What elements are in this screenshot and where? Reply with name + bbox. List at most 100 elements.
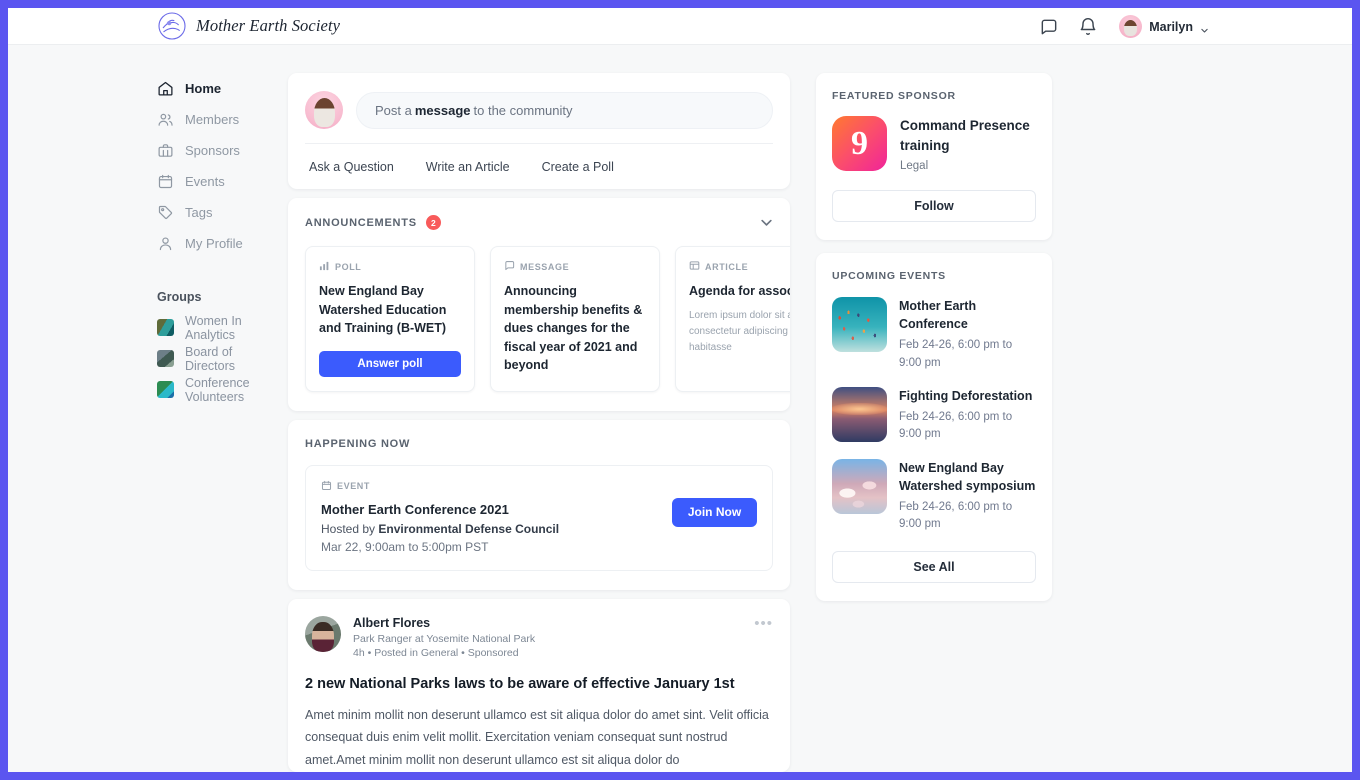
- sidebar-item-label: Events: [185, 174, 225, 189]
- event-item-date: Feb 24-26, 6:00 pm to 9:00 pm: [899, 339, 1013, 369]
- avatar: [305, 615, 341, 652]
- sidebar-item-members[interactable]: Members: [157, 104, 278, 135]
- chat-bubble-icon[interactable]: [1039, 17, 1059, 37]
- announcements-title: ANNOUNCEMENTS: [305, 216, 417, 229]
- brand-name: Mother Earth Society: [196, 16, 341, 35]
- follow-button[interactable]: Follow: [832, 190, 1036, 223]
- announcement-body: Lorem ipsum dolor sit amet, consectetur …: [689, 309, 790, 353]
- composer-placeholder-pre: Post a: [375, 102, 412, 118]
- post-author-name[interactable]: Albert Flores: [353, 616, 535, 630]
- group-thumbnail-icon: [157, 319, 174, 336]
- avatar: [1119, 15, 1143, 38]
- event-host: Hosted by Environmental Defense Council: [321, 522, 672, 536]
- event-time: Mar 22, 9:00am to 5:00pm PST: [321, 539, 489, 554]
- group-label: Conference Volunteers: [185, 375, 250, 404]
- right-sidebar: FEATURED SPONSOR 9 Command Presence trai…: [816, 73, 1052, 772]
- event-host-prefix: Hosted by: [321, 521, 376, 536]
- announcement-card[interactable]: MESSAGE Announcing membership benefits &…: [490, 246, 660, 392]
- sidebar-item-my-profile[interactable]: My Profile: [157, 228, 278, 259]
- sidebar-item-label: Members: [185, 112, 240, 127]
- event-name: Mother Earth Conference 2021: [321, 501, 509, 517]
- post-title: 2 new National Parks laws to be aware of…: [305, 675, 735, 692]
- sidebar-item-sponsors[interactable]: Sponsors: [157, 135, 278, 166]
- sponsor-info: Command Presence training Legal: [900, 116, 1036, 172]
- chevron-down-icon: [1200, 22, 1209, 33]
- event-item-info: Fighting Deforestation Feb 24-26, 6:00 p…: [899, 387, 1036, 444]
- more-horizontal-icon[interactable]: •••: [754, 616, 773, 631]
- upcoming-events-title: UPCOMING EVENTS: [832, 270, 946, 283]
- brand-logo-link[interactable]: Mother Earth Society: [157, 11, 340, 41]
- group-item-conference-volunteers[interactable]: Conference Volunteers: [157, 374, 278, 405]
- event-thumbnail: [832, 297, 887, 353]
- group-thumbnail-icon: [157, 381, 174, 398]
- event-kind-label: EVENT: [337, 481, 371, 491]
- event-item-info: Mother Earth Conference Feb 24-26, 6:00 …: [899, 297, 1036, 372]
- announcement-heading: Agenda for association: [689, 284, 790, 298]
- user-menu[interactable]: Marilyn: [1119, 15, 1209, 38]
- announcement-kind-label: MESSAGE: [520, 261, 570, 272]
- sponsor-row: 9 Command Presence training Legal: [832, 116, 1036, 172]
- event-thumbnail: [832, 458, 887, 514]
- announcements-header: ANNOUNCEMENTS 2: [305, 215, 773, 230]
- announcement-kind: MESSAGE: [504, 260, 646, 273]
- announcement-kind: ARTICLE: [689, 260, 790, 273]
- top-header: Mother Earth Society Marilyn: [8, 8, 1352, 45]
- join-now-button[interactable]: Join Now: [672, 497, 757, 527]
- main-feed: Post a message to the community Ask a Qu…: [288, 73, 790, 772]
- bell-icon[interactable]: [1078, 17, 1098, 37]
- sidebar-item-events[interactable]: Events: [157, 166, 278, 197]
- featured-sponsor-card: FEATURED SPONSOR 9 Command Presence trai…: [816, 73, 1052, 241]
- announcements-count-badge: 2: [425, 215, 441, 230]
- announcement-card[interactable]: POLL New England Bay Watershed Education…: [305, 246, 475, 392]
- event-thumbnail: [832, 386, 887, 442]
- announcement-kind-label: POLL: [335, 261, 362, 272]
- announcement-heading: New England Bay Watershed Education and …: [319, 284, 447, 335]
- groups-heading: Groups: [157, 290, 202, 304]
- post-header: Albert Flores Park Ranger at Yosemite Na…: [305, 615, 773, 659]
- briefcase-icon: [157, 142, 174, 159]
- announcements-collapse-chevron-down-icon[interactable]: [760, 216, 773, 229]
- ask-a-question-button[interactable]: Ask a Question: [309, 160, 394, 174]
- announcements-carousel[interactable]: POLL New England Bay Watershed Education…: [305, 246, 790, 392]
- event-item-date: Feb 24-26, 6:00 pm to 9:00 pm: [899, 500, 1013, 530]
- post-composer-card: Post a message to the community Ask a Qu…: [288, 73, 790, 189]
- group-item-board-of-directors[interactable]: Board of Directors: [157, 343, 278, 374]
- write-an-article-button[interactable]: Write an Article: [426, 160, 510, 174]
- sidebar: Home Members Sponsors Events Tags My Pro…: [8, 73, 278, 772]
- post-message-input[interactable]: Post a message to the community: [356, 91, 773, 129]
- home-icon: [157, 80, 174, 97]
- sidebar-item-label: My Profile: [185, 236, 243, 251]
- announcement-kind-label: ARTICLE: [705, 261, 749, 272]
- event-host-name: Environmental Defense Council: [378, 521, 560, 536]
- sidebar-item-home[interactable]: Home: [157, 73, 278, 104]
- page-body: Home Members Sponsors Events Tags My Pro…: [8, 45, 1352, 772]
- group-item-women-in-analytics[interactable]: Women In Analytics: [157, 312, 278, 343]
- feed-post-card: Albert Flores Park Ranger at Yosemite Na…: [288, 598, 790, 772]
- group-label: Women In Analytics: [185, 313, 242, 342]
- sidebar-item-tags[interactable]: Tags: [157, 197, 278, 228]
- sidebar-item-label: Sponsors: [185, 143, 240, 158]
- create-a-poll-button[interactable]: Create a Poll: [542, 160, 614, 174]
- answer-poll-button[interactable]: Answer poll: [319, 350, 461, 377]
- app-frame: Mother Earth Society Marilyn Home Member…: [8, 8, 1352, 772]
- post-meta: 4h • Posted in General • Sponsored: [353, 646, 519, 659]
- announcement-heading: Announcing membership benefits & dues ch…: [504, 284, 643, 372]
- live-event-row: EVENT Mother Earth Conference 2021 Hoste…: [305, 464, 773, 571]
- avatar: [305, 91, 343, 129]
- event-list-item[interactable]: Mother Earth Conference Feb 24-26, 6:00 …: [832, 297, 1036, 372]
- tag-icon: [157, 204, 174, 221]
- sidebar-item-label: Home: [185, 81, 222, 96]
- post-body: Amet minim mollit non deserunt ullamco e…: [305, 707, 769, 768]
- see-all-events-button[interactable]: See All: [832, 551, 1036, 584]
- announcement-kind: POLL: [319, 260, 461, 273]
- sponsor-name: Command Presence training: [900, 118, 1030, 153]
- article-icon: [689, 260, 700, 273]
- announcement-card[interactable]: ARTICLE Agenda for association Lorem ips…: [675, 246, 790, 392]
- calendar-icon: [321, 480, 332, 493]
- sponsor-logo-icon: 9: [832, 116, 887, 171]
- sidebar-item-label: Tags: [185, 205, 213, 220]
- event-list-item[interactable]: Fighting Deforestation Feb 24-26, 6:00 p…: [832, 386, 1036, 444]
- sponsor-category: Legal: [900, 160, 929, 173]
- event-list-item[interactable]: New England Bay Watershed symposium Feb …: [832, 458, 1036, 534]
- event-item-name: New England Bay Watershed symposium: [899, 460, 1036, 493]
